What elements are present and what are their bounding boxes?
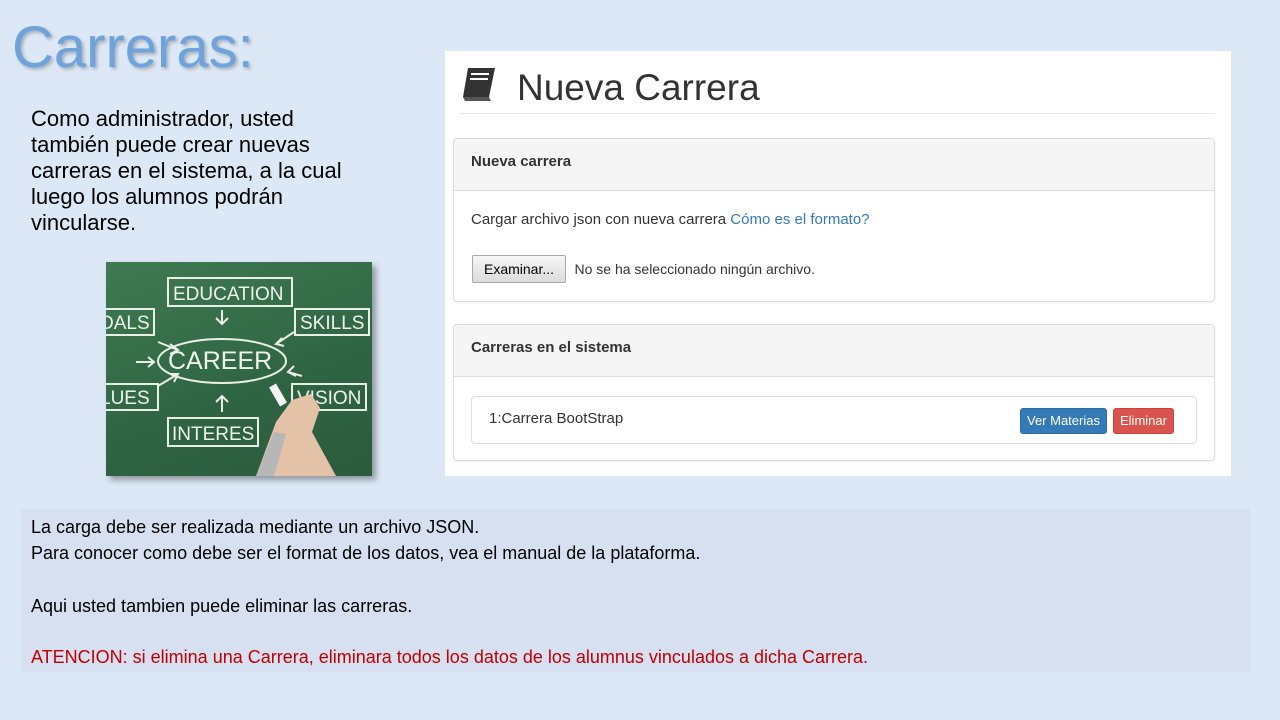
delete-career-button[interactable]: Eliminar [1113, 408, 1174, 434]
app-screenshot: Nueva Carrera Nueva carrera Cargar archi… [445, 51, 1231, 476]
photo-word-values: LUES [106, 388, 150, 409]
format-help-link[interactable]: Cómo es el formato? [730, 211, 869, 228]
career-name: 1:Carrera BootStrap [489, 410, 624, 427]
new-career-heading: Nueva carrera [454, 139, 1214, 191]
warning-text: ATENCION: si elimina una Carrera, elimin… [31, 647, 869, 667]
file-input[interactable]: Examinar... No se ha seleccionado ningún… [472, 255, 815, 283]
career-chalkboard-photo: EDUCATION DALS SKILLS CAREER LUES VISION… [106, 262, 372, 476]
photo-word-goals: DALS [106, 313, 150, 334]
photo-word-career: CAREER [168, 347, 272, 375]
upload-text: Cargar archivo json con nueva carrera [471, 211, 727, 228]
note-manual: Para conocer como debe ser el format de … [31, 543, 701, 563]
upload-instructions: Cargar archivo json con nueva carrera Có… [471, 211, 870, 228]
slide-title: Carreras: [12, 15, 254, 80]
note-json-upload: La carga debe ser realizada mediante un … [31, 517, 480, 537]
browse-button[interactable]: Examinar... [472, 255, 567, 283]
list-item: 1:Carrera BootStrap Ver Materias Elimina… [471, 396, 1197, 444]
careers-list-heading: Carreras en el sistema [454, 325, 1214, 377]
page-header: Nueva Carrera [459, 61, 1215, 114]
photo-word-education: EDUCATION [173, 284, 283, 305]
no-file-text: No se ha seleccionado ningún archivo. [574, 261, 815, 277]
book-icon [459, 63, 499, 108]
view-subjects-button[interactable]: Ver Materias [1020, 408, 1107, 434]
note-delete: Aqui usted tambien puede eliminar las ca… [31, 596, 413, 616]
page-title: Nueva Carrera [517, 67, 760, 108]
new-career-card: Nueva carrera Cargar archivo json con nu… [453, 138, 1215, 302]
intro-text: Como administrador, usted también puede … [31, 106, 342, 235]
notes-box: La carga debe ser realizada mediante un … [21, 509, 1250, 672]
photo-word-interests: INTERES [172, 424, 254, 445]
careers-list-card: Carreras en el sistema 1:Carrera BootStr… [453, 324, 1215, 461]
photo-word-skills: SKILLS [300, 313, 364, 334]
